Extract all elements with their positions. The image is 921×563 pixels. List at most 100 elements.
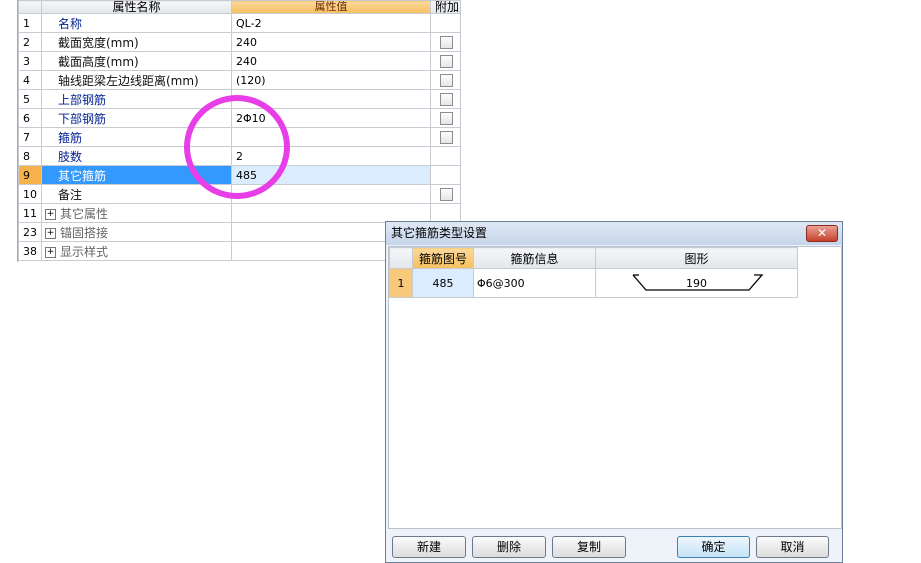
property-name: 截面宽度(mm) bbox=[58, 35, 139, 50]
stirrup-code-cell[interactable]: 485 bbox=[412, 268, 474, 298]
new-button[interactable]: 新建 bbox=[392, 536, 466, 558]
stirrup-header-info[interactable]: 箍筋信息 bbox=[473, 247, 596, 269]
stirrup-header-row: 箍筋图号 箍筋信息 图形 bbox=[389, 247, 798, 269]
property-value-cell[interactable]: 240 bbox=[231, 32, 431, 52]
property-name-cell[interactable]: 轴线距梁左边线距离(mm) bbox=[41, 70, 232, 90]
row-number: 23 bbox=[18, 222, 42, 242]
expand-icon[interactable]: + bbox=[45, 208, 56, 220]
property-name: 名称 bbox=[58, 16, 83, 31]
property-value-cell[interactable]: QL-2 bbox=[231, 13, 431, 33]
property-name: 上部钢筋 bbox=[58, 92, 107, 107]
property-value-cell[interactable]: 485 bbox=[231, 165, 431, 185]
extra-cell bbox=[430, 184, 461, 204]
close-button[interactable]: ✕ bbox=[806, 225, 838, 242]
property-name-cell[interactable]: 肢数 bbox=[41, 146, 232, 166]
row-number: 2 bbox=[18, 32, 42, 52]
row-number: 38 bbox=[18, 241, 42, 261]
cancel-button[interactable]: 取消 bbox=[756, 536, 829, 558]
table-row[interactable]: 1 485 Φ6@300 190 bbox=[389, 268, 798, 298]
dialog-titlebar[interactable]: 其它箍筋类型设置 ✕ bbox=[386, 222, 842, 245]
property-name-cell[interactable]: 其它箍筋 bbox=[41, 165, 232, 185]
property-name-cell[interactable]: 截面宽度(mm) bbox=[41, 32, 232, 52]
property-value-cell[interactable] bbox=[231, 184, 431, 204]
extra-checkbox[interactable] bbox=[440, 188, 453, 201]
row-number: 3 bbox=[18, 51, 42, 71]
property-name-cell[interactable]: + 其它属性 bbox=[41, 203, 232, 223]
close-icon: ✕ bbox=[816, 226, 828, 240]
property-value-cell[interactable]: 2 bbox=[231, 146, 431, 166]
row-number: 10 bbox=[18, 184, 42, 204]
stirrup-type-dialog: 其它箍筋类型设置 ✕ 箍筋图号 箍筋信息 图形 1 485 Φ6@300 190… bbox=[385, 221, 843, 563]
expand-icon[interactable]: + bbox=[45, 227, 56, 239]
row-number: 4 bbox=[18, 70, 42, 90]
table-row[interactable]: 11 + 其它属性 bbox=[18, 203, 461, 223]
property-name: 其它属性 bbox=[60, 206, 109, 221]
property-name-cell[interactable]: 箍筋 bbox=[41, 127, 232, 147]
extra-cell bbox=[430, 70, 461, 90]
header-property-name[interactable]: 属性名称 bbox=[41, 0, 232, 14]
stirrup-header-num bbox=[389, 247, 413, 269]
dialog-table-area: 箍筋图号 箍筋信息 图形 1 485 Φ6@300 190 bbox=[388, 246, 842, 529]
extra-cell bbox=[430, 127, 461, 147]
delete-button[interactable]: 删除 bbox=[472, 536, 546, 558]
expand-icon[interactable]: + bbox=[45, 246, 56, 258]
extra-checkbox[interactable] bbox=[440, 93, 453, 106]
property-name-cell[interactable]: 上部钢筋 bbox=[41, 89, 232, 109]
property-name-cell[interactable]: 截面高度(mm) bbox=[41, 51, 232, 71]
extra-checkbox[interactable] bbox=[440, 112, 453, 125]
copy-button[interactable]: 复制 bbox=[552, 536, 626, 558]
extra-cell bbox=[430, 165, 461, 185]
table-row[interactable]: 1 名称 QL-2 bbox=[18, 13, 461, 33]
property-header-row: 属性名称 属性值 附加 bbox=[18, 0, 461, 14]
property-value-cell[interactable]: (120) bbox=[231, 70, 431, 90]
table-row[interactable]: 5 上部钢筋 bbox=[18, 89, 461, 109]
stirrup-header-code[interactable]: 箍筋图号 bbox=[412, 247, 474, 269]
row-number: 5 bbox=[18, 89, 42, 109]
extra-cell bbox=[430, 32, 461, 52]
table-row[interactable]: 4 轴线距梁左边线距离(mm) (120) bbox=[18, 70, 461, 90]
table-row[interactable]: 9 其它箍筋 485 bbox=[18, 165, 461, 185]
table-row[interactable]: 10 备注 bbox=[18, 184, 461, 204]
property-name-cell[interactable]: 名称 bbox=[41, 13, 232, 33]
property-name-cell[interactable]: + 显示样式 bbox=[41, 241, 232, 261]
stirrup-header-shape[interactable]: 图形 bbox=[595, 247, 798, 269]
table-row[interactable]: 6 下部钢筋 2Φ10 bbox=[18, 108, 461, 128]
extra-checkbox[interactable] bbox=[440, 36, 453, 49]
table-row[interactable]: 3 截面高度(mm) 240 bbox=[18, 51, 461, 71]
property-name-cell[interactable]: 下部钢筋 bbox=[41, 108, 232, 128]
property-name: 锚固搭接 bbox=[60, 225, 109, 240]
header-property-value[interactable]: 属性值 bbox=[231, 0, 431, 14]
property-value-cell[interactable] bbox=[231, 89, 431, 109]
extra-checkbox[interactable] bbox=[440, 74, 453, 87]
property-name: 肢数 bbox=[58, 149, 83, 164]
stirrup-shape-cell[interactable]: 190 bbox=[595, 268, 798, 298]
stirrup-table: 箍筋图号 箍筋信息 图形 1 485 Φ6@300 190 bbox=[389, 247, 798, 298]
table-row[interactable]: 8 肢数 2 bbox=[18, 146, 461, 166]
row-number: 1 bbox=[18, 13, 42, 33]
ok-button[interactable]: 确定 bbox=[677, 536, 750, 558]
table-row[interactable]: 2 截面宽度(mm) 240 bbox=[18, 32, 461, 52]
table-row[interactable]: 7 箍筋 bbox=[18, 127, 461, 147]
property-name-cell[interactable]: 备注 bbox=[41, 184, 232, 204]
property-name-cell[interactable]: + 锚固搭接 bbox=[41, 222, 232, 242]
property-name: 轴线距梁左边线距离(mm) bbox=[58, 73, 199, 88]
property-value-cell[interactable] bbox=[231, 127, 431, 147]
property-value-cell[interactable]: 240 bbox=[231, 51, 431, 71]
extra-cell bbox=[430, 89, 461, 109]
property-name: 备注 bbox=[58, 187, 83, 202]
row-number: 6 bbox=[18, 108, 42, 128]
property-value-cell[interactable]: 2Φ10 bbox=[231, 108, 431, 128]
row-number: 11 bbox=[18, 203, 42, 223]
header-extra[interactable]: 附加 bbox=[430, 0, 461, 14]
extra-cell bbox=[430, 203, 461, 223]
property-name: 其它箍筋 bbox=[58, 168, 107, 183]
row-number: 9 bbox=[18, 165, 42, 185]
extra-checkbox[interactable] bbox=[440, 131, 453, 144]
extra-checkbox[interactable] bbox=[440, 55, 453, 68]
property-value-cell[interactable] bbox=[231, 203, 431, 223]
row-number: 7 bbox=[18, 127, 42, 147]
stirrup-row-num: 1 bbox=[389, 268, 413, 298]
property-name: 显示样式 bbox=[60, 244, 109, 259]
header-num bbox=[18, 0, 42, 14]
stirrup-info-cell[interactable]: Φ6@300 bbox=[473, 268, 596, 298]
